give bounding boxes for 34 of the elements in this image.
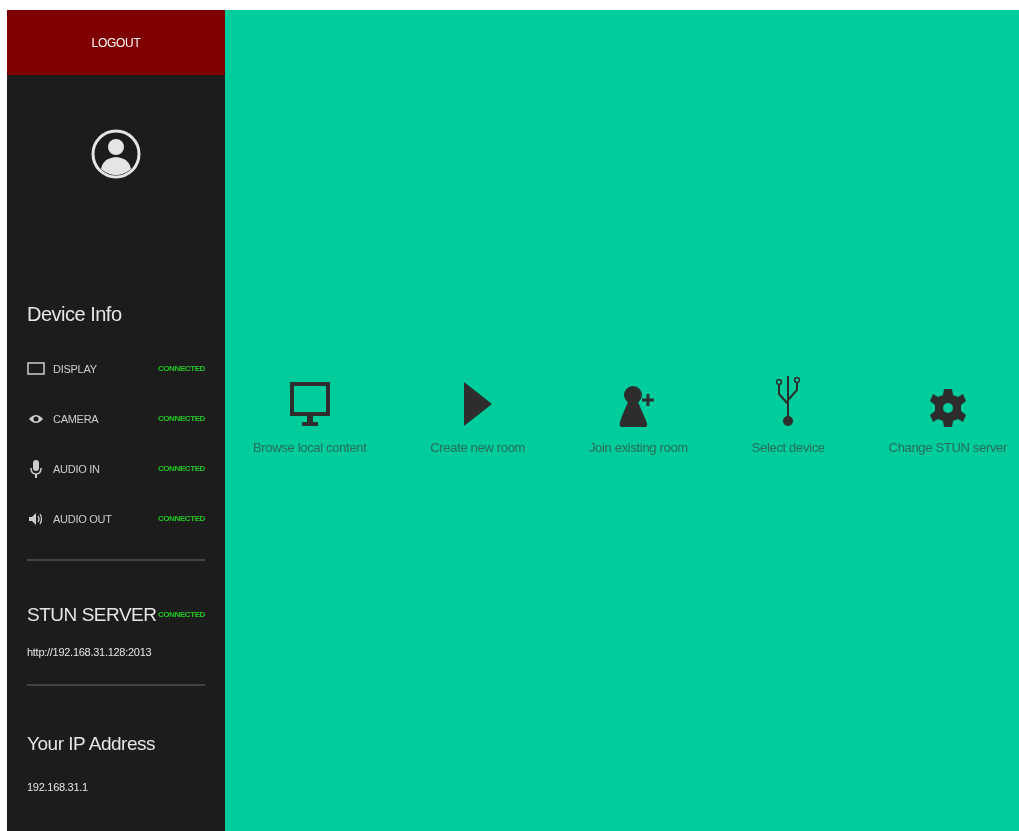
usb-icon: [776, 373, 801, 428]
section-title: Your IP Address: [27, 732, 157, 756]
status-label: CONNECTED: [157, 413, 205, 425]
display-icon: [27, 362, 45, 376]
microphone-icon: [30, 459, 42, 479]
logout-button[interactable]: LOGOUT: [7, 10, 225, 75]
action-button[interactable]: Change STUN server: [888, 371, 1007, 458]
action-label: Select device: [751, 438, 825, 457]
device-label: AUDIO IN: [53, 461, 100, 477]
device-label: AUDIO OUT: [53, 511, 112, 527]
action-button[interactable]: Select device: [751, 371, 825, 458]
play-icon: [461, 379, 494, 428]
section-title: STUN SERVER: [27, 603, 157, 627]
device-label: CAMERA: [53, 411, 99, 427]
status-label: CONNECTED: [157, 609, 205, 622]
speaker-icon: [28, 512, 44, 526]
section-title: Device Info: [27, 302, 123, 327]
monitor-icon: [289, 381, 330, 428]
action-button[interactable]: Join existing room: [588, 371, 688, 458]
action-label: Change STUN server: [888, 438, 1007, 457]
eye-icon: [28, 413, 44, 425]
action-label: Browse local content: [253, 438, 367, 457]
action-button[interactable]: Browse local content: [253, 371, 367, 458]
server-url: http://192.168.31.128:2013: [27, 644, 153, 660]
status-label: CONNECTED: [157, 513, 205, 525]
status-label: CONNECTED: [157, 463, 205, 475]
device-label: DISPLAY: [53, 361, 97, 377]
settings-icon: [929, 387, 966, 428]
action-button[interactable]: Create new room: [430, 371, 526, 458]
ip-address: 192.168.31.1: [27, 779, 89, 795]
status-label: CONNECTED: [157, 363, 205, 375]
action-label: Join existing room: [588, 438, 688, 457]
avatar-icon: [91, 129, 141, 179]
action-label: Create new room: [430, 438, 526, 457]
